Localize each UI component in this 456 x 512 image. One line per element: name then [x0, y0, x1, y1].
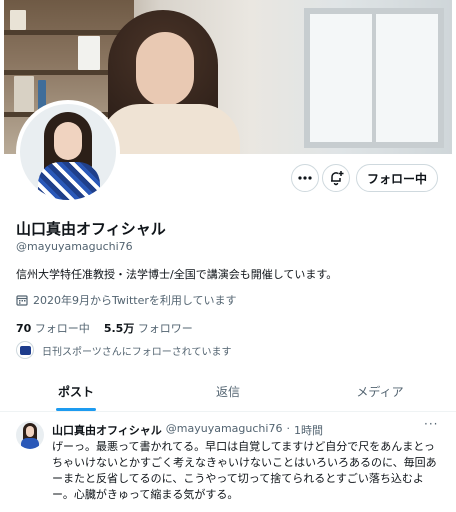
following-count: 70 — [16, 322, 32, 335]
tweet-more-button[interactable]: ··· — [424, 417, 438, 431]
followers-count: 5.5万 — [103, 322, 135, 335]
tab-replies[interactable]: 返信 — [152, 372, 304, 411]
tweet-avatar-body — [21, 438, 39, 449]
followers-link[interactable]: 5.5万 フォロワー — [104, 320, 193, 336]
book — [14, 76, 34, 112]
profile-avatar[interactable] — [16, 100, 120, 204]
book — [10, 10, 26, 30]
calendar-icon — [16, 295, 28, 306]
bell-plus-icon — [331, 171, 344, 186]
following-button[interactable]: フォロー中 — [356, 164, 438, 192]
more-options-button[interactable] — [291, 164, 319, 192]
tweet[interactable]: 山口真由オフィシャル @mayuyamaguchi76 · 1時間 ··· げー… — [0, 413, 456, 512]
profile-name: 山口真由オフィシャル — [16, 220, 166, 238]
tab-media[interactable]: メディア — [304, 372, 456, 411]
profile-tabs: ポスト 返信 メディア — [0, 372, 456, 412]
tweet-avatar[interactable] — [16, 421, 44, 449]
follower-avatar — [16, 341, 34, 359]
banner-person-face — [136, 32, 194, 106]
tweet-header: 山口真由オフィシャル @mayuyamaguchi76 · 1時間 — [52, 422, 323, 438]
shelf-board — [4, 30, 134, 35]
tweet-separator: · — [286, 422, 290, 435]
tweet-time[interactable]: 1時間 — [294, 422, 323, 438]
tweet-author-handle[interactable]: @mayuyamaguchi76 — [166, 422, 283, 438]
tweet-avatar-face — [26, 426, 34, 437]
profile-stats: 70 フォロー中 5.5万 フォロワー — [16, 320, 193, 336]
joined-text: 2020年9月からTwitterを利用しています — [33, 294, 237, 307]
followed-by[interactable]: 日刊スポーツさんにフォローされています — [16, 341, 232, 359]
avatar-dress — [38, 162, 100, 200]
ellipsis-icon — [298, 176, 312, 180]
profile-handle: @mayuyamaguchi76 — [16, 240, 133, 253]
tweet-text: げーっ。最悪って書かれてる。早口は自覚してますけど自分で尺をあんまとっちゃいけな… — [52, 440, 437, 501]
avatar-face — [54, 122, 82, 160]
banner-window — [304, 8, 444, 148]
followers-label: フォロワー — [137, 322, 193, 335]
tab-posts[interactable]: ポスト — [0, 372, 152, 411]
book — [78, 36, 100, 70]
notify-button[interactable] — [322, 164, 350, 192]
tweet-author-name[interactable]: 山口真由オフィシャル — [52, 422, 162, 438]
banner-person-body — [100, 104, 240, 154]
followed-by-text: 日刊スポーツさんにフォローされています — [42, 346, 232, 358]
joined-date: 2020年9月からTwitterを利用しています — [16, 292, 237, 308]
profile-bio: 信州大学特任准教授・法学博士/全国で講演会も開催しています。 — [16, 268, 338, 281]
following-label: フォロー中 — [34, 322, 90, 335]
following-link[interactable]: 70 フォロー中 — [16, 320, 90, 336]
